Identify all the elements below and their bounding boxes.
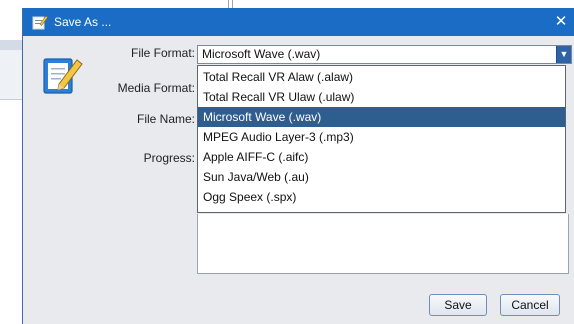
dropdown-option[interactable]: Total Recall VR Alaw (.alaw) <box>198 67 565 87</box>
dropdown-option[interactable]: MPEG Audio Layer-3 (.mp3) <box>198 127 565 147</box>
dropdown-option[interactable]: Apple AIFF-C (.aifc) <box>198 147 565 167</box>
dropdown-option[interactable]: Ogg Speex (.spx) <box>198 187 565 207</box>
background-divider <box>232 0 233 8</box>
dropdown-button[interactable]: ▼ <box>556 46 571 63</box>
file-format-value: Microsoft Wave (.wav) <box>202 47 321 61</box>
close-button[interactable]: ✕ <box>547 8 574 36</box>
background-panel-header <box>0 40 22 50</box>
cancel-button[interactable]: Cancel <box>500 294 560 316</box>
save-as-icon <box>32 15 48 30</box>
progress-log-area <box>197 214 569 274</box>
dropdown-option[interactable]: Total Recall VR Ulaw (.ulaw) <box>198 87 565 107</box>
dropdown-option-selected[interactable]: Microsoft Wave (.wav) <box>198 107 565 127</box>
background-divider <box>228 0 229 8</box>
media-format-label: Media Format: <box>117 81 195 95</box>
file-name-label: File Name: <box>136 112 195 126</box>
progress-label: Progress: <box>143 151 195 165</box>
file-format-dropdown-list[interactable]: Total Recall VR Alaw (.alaw) Total Recal… <box>197 65 566 213</box>
save-button[interactable]: Save <box>429 294 487 316</box>
edit-document-icon <box>43 58 83 94</box>
save-as-dialog: Save As ... ✕ File Format: Media Format:… <box>22 8 574 324</box>
close-icon: ✕ <box>554 13 568 30</box>
screen: Save As ... ✕ File Format: Media Format:… <box>0 0 574 324</box>
dialog-titlebar[interactable]: Save As ... ✕ <box>23 8 574 36</box>
file-format-select[interactable]: Microsoft Wave (.wav) ▼ <box>197 45 572 64</box>
chevron-down-icon: ▼ <box>559 49 569 59</box>
file-format-label: File Format: <box>130 46 195 60</box>
dropdown-option[interactable]: Sun Java/Web (.au) <box>198 167 565 187</box>
dialog-title: Save As ... <box>54 15 112 29</box>
